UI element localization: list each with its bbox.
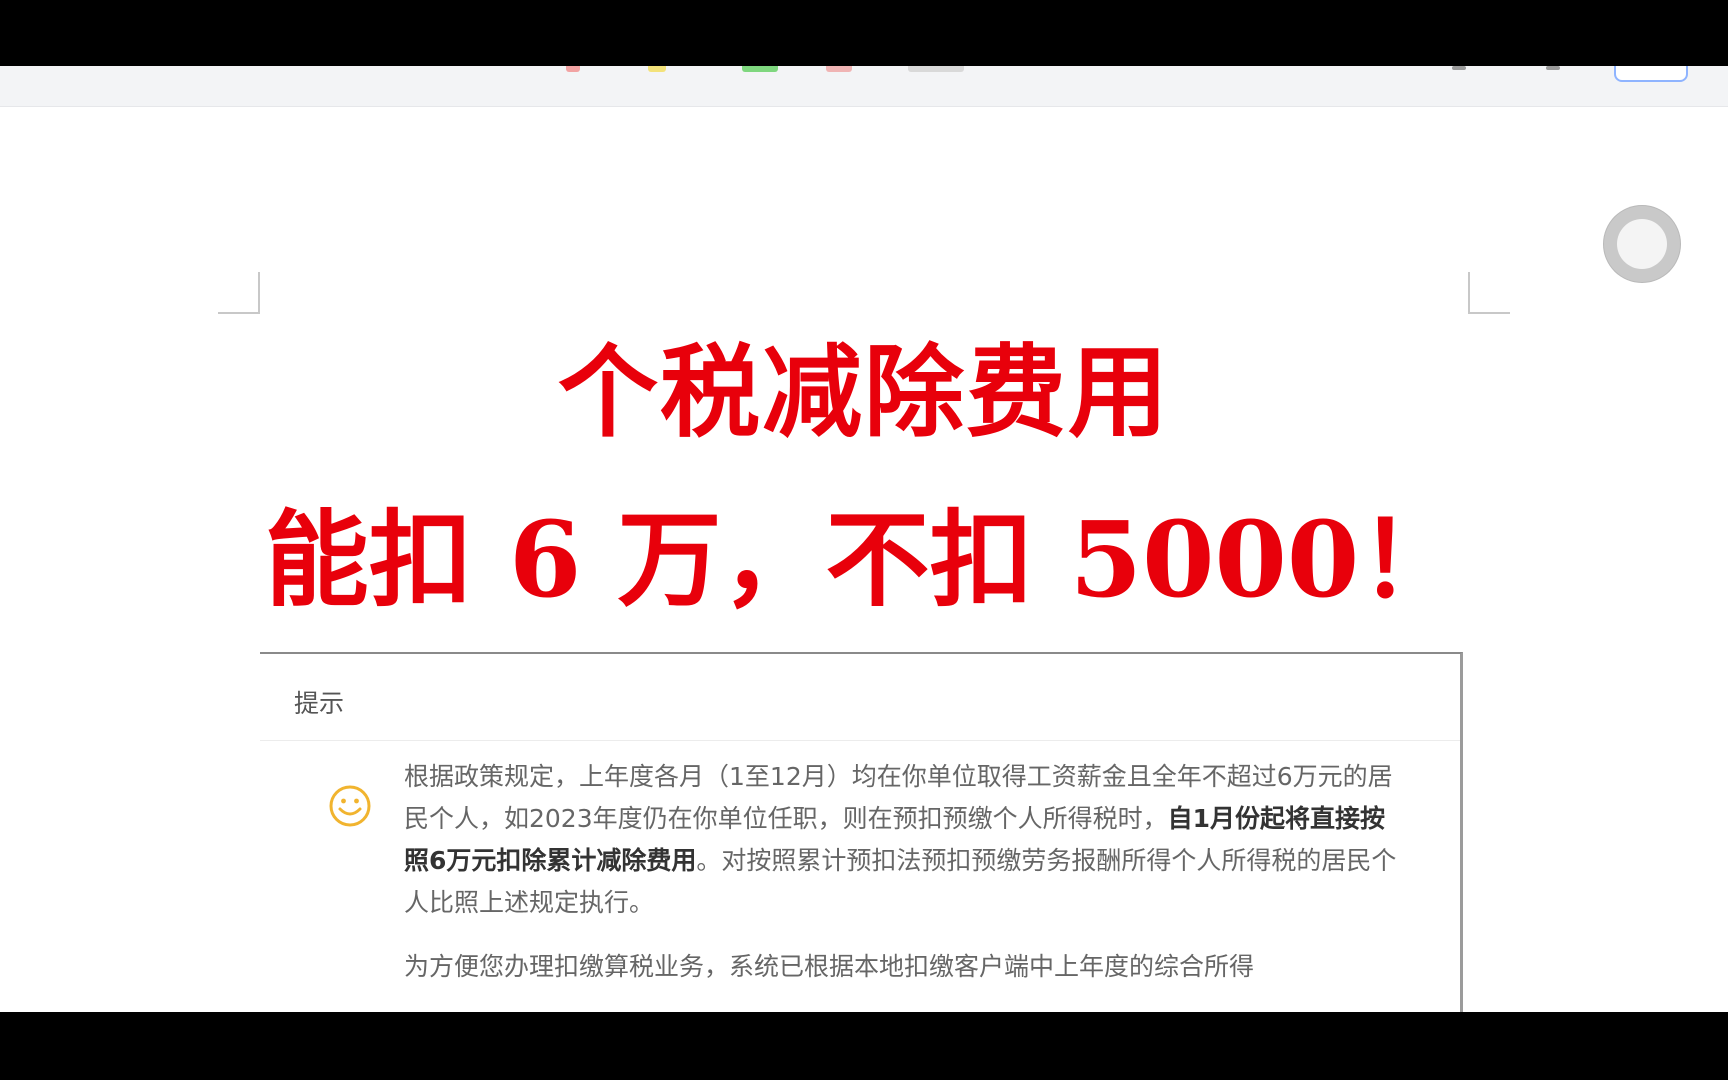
toolbar-yellow-icon[interactable] [648,66,666,72]
floating-assist-button[interactable] [1604,206,1680,282]
dialog-title: 提示 [294,689,345,718]
headline-line-1: 个税减除费用 [558,333,1170,451]
assist-circle-icon [1617,219,1667,269]
toolbar-dot-icon[interactable] [1452,66,1466,70]
toolbar-dot-icon[interactable] [1546,66,1560,70]
video-letterbox-top [0,0,1728,66]
video-letterbox-bottom [0,1012,1728,1080]
smile-icon [329,785,371,827]
dialog-body: 根据政策规定，上年度各月（1至12月）均在你单位取得工资薪金且全年不超过6万元的… [404,756,1404,1010]
headline-line-2: 能扣 6 万，不扣 5000！ [264,498,1464,621]
dialog-paragraph-1: 根据政策规定，上年度各月（1至12月）均在你单位取得工资薪金且全年不超过6万元的… [404,756,1404,924]
document-page: 个税减除费用 能扣 6 万，不扣 5000！ 提示 根据政策规定，上年度各月（1… [0,66,1728,1012]
dialog-header: 提示 [260,654,1460,741]
toolbar-strip [0,66,1728,107]
toolbar-pink-icon[interactable] [826,66,852,72]
toolbar-action-button[interactable] [1614,66,1688,82]
page-corner-mark-left [218,272,260,314]
notice-dialog: 提示 根据政策规定，上年度各月（1至12月）均在你单位取得工资薪金且全年不超过6… [260,652,1463,1012]
page-corner-mark-right [1468,272,1510,314]
toolbar-gray-icon[interactable] [908,66,964,72]
dialog-paragraph-2: 为方便您办理扣缴算税业务，系统已根据本地扣缴客户端中上年度的综合所得 [404,952,1255,981]
toolbar-green-icon[interactable] [742,66,778,72]
toolbar-red-icon[interactable] [566,66,580,72]
